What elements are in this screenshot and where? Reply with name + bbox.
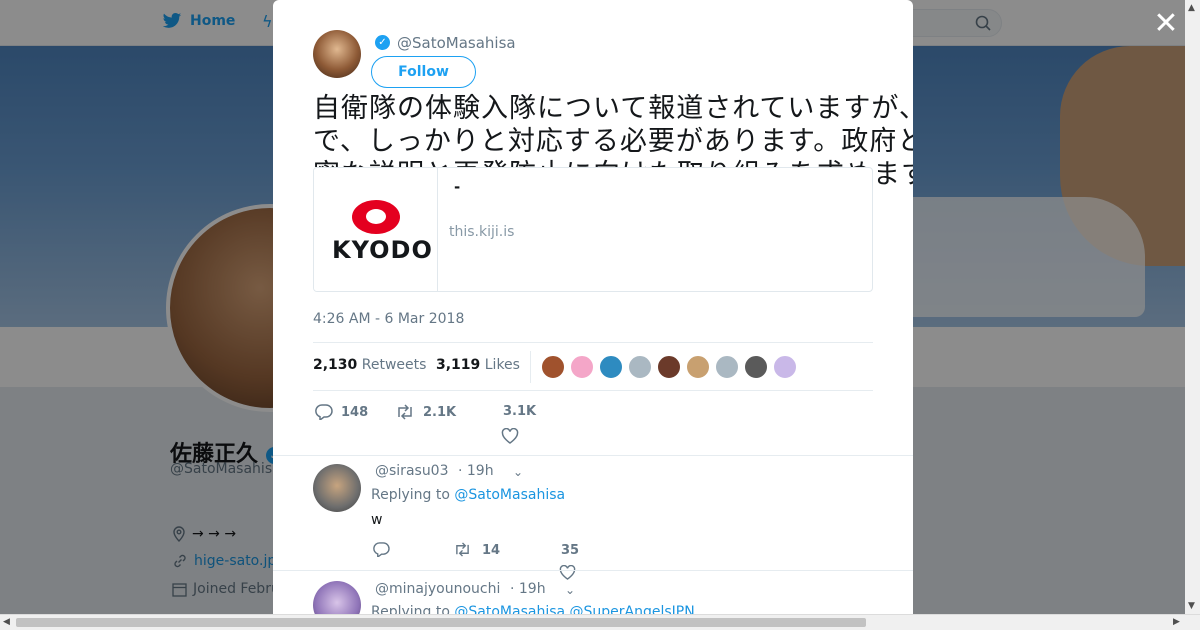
reply-action[interactable]: 148	[315, 404, 368, 420]
heart-icon[interactable]	[501, 428, 519, 444]
retweet-icon[interactable]	[395, 404, 415, 420]
reply-mention[interactable]: @SatoMasahisa	[454, 487, 565, 503]
reply-avatar[interactable]	[313, 464, 361, 512]
reply-handle[interactable]: @sirasu03	[375, 463, 449, 479]
horizontal-scroll-thumb[interactable]	[16, 618, 866, 627]
stats-divider	[530, 351, 531, 383]
liker-avatar[interactable]	[570, 355, 594, 379]
vertical-scrollbar[interactable]: ▲ ▼	[1185, 0, 1200, 617]
kyodo-logo-icon	[352, 200, 400, 234]
retweet-action[interactable]: 2.1K	[395, 404, 456, 420]
reply-time[interactable]: · 19h	[458, 463, 494, 479]
like-action[interactable]: 3.1K	[503, 404, 536, 419]
tweet-actions: 148 2.1K 3.1K	[313, 400, 873, 446]
chevron-down-icon[interactable]: ⌄	[565, 583, 575, 597]
like-count: 3.1K	[503, 404, 537, 419]
scroll-up-arrow-icon[interactable]: ▲	[1188, 3, 1195, 13]
liker-avatar[interactable]	[541, 355, 565, 379]
reply-icon[interactable]	[373, 542, 390, 557]
tweet-author-avatar[interactable]	[313, 30, 361, 78]
reply-count: 148	[341, 404, 369, 420]
likes-count: 3,119	[436, 357, 481, 373]
tweet-author-handle[interactable]: @SatoMasahisa	[397, 34, 516, 52]
tweet-stats: 2,130 Retweets 3,119 Likes	[313, 342, 873, 391]
chevron-down-icon[interactable]: ⌄	[513, 465, 523, 479]
reply-like-count: 35	[561, 543, 580, 558]
tweet-timestamp[interactable]: 4:26 AM - 6 Mar 2018	[313, 311, 464, 327]
scroll-right-arrow-icon[interactable]: ▶	[1173, 617, 1180, 627]
liker-avatar[interactable]	[628, 355, 652, 379]
close-icon[interactable]: ✕	[1152, 9, 1180, 39]
tweet-modal: ✓ @SatoMasahisa Follow 自衛隊の体験入隊について報道されて…	[273, 0, 913, 617]
retweet-count: 2.1K	[423, 404, 457, 420]
scroll-left-arrow-icon[interactable]: ◀	[3, 617, 10, 627]
reply-text: w	[371, 512, 383, 528]
card-title: -	[454, 178, 461, 196]
retweets-label: Retweets	[361, 357, 427, 373]
likes-stat[interactable]: 3,119 Likes	[436, 357, 520, 373]
verified-badge-icon: ✓	[375, 35, 390, 50]
link-preview-card[interactable]: KYODO - this.kiji.is	[313, 167, 873, 292]
liker-avatar[interactable]	[744, 355, 768, 379]
liker-avatar[interactable]	[686, 355, 710, 379]
scroll-down-arrow-icon[interactable]: ▼	[1188, 601, 1195, 611]
kyodo-logo-text: KYODO	[332, 236, 433, 264]
reply-icon[interactable]	[315, 404, 333, 420]
retweets-stat[interactable]: 2,130 Retweets	[313, 357, 426, 373]
horizontal-scrollbar[interactable]: ◀ ▶	[0, 614, 1200, 630]
liker-avatar[interactable]	[599, 355, 623, 379]
reply-retweet-count: 14	[482, 543, 501, 558]
replying-to-label: Replying to	[371, 487, 450, 503]
reply-avatar[interactable]	[313, 581, 361, 617]
retweet-icon[interactable]	[453, 542, 472, 557]
card-domain: this.kiji.is	[449, 224, 515, 240]
liker-avatar[interactable]	[715, 355, 739, 379]
retweets-count: 2,130	[313, 357, 358, 373]
reply-tweet[interactable]: @sirasu03 · 19h ⌄ Replying to @SatoMasah…	[273, 455, 913, 580]
liker-avatar[interactable]	[773, 355, 797, 379]
reply-handle[interactable]: @minajyounouchi	[375, 581, 500, 597]
follow-button[interactable]: Follow	[371, 56, 476, 88]
reply-tweet[interactable]: @minajyounouchi · 19h ⌄ Replying to @Sat…	[273, 570, 913, 617]
liker-avatar[interactable]	[657, 355, 681, 379]
replying-to: Replying to @SatoMasahisa	[371, 487, 565, 503]
card-thumbnail: KYODO	[314, 168, 438, 291]
reply-time[interactable]: · 19h	[510, 581, 546, 597]
likes-label: Likes	[484, 357, 520, 373]
